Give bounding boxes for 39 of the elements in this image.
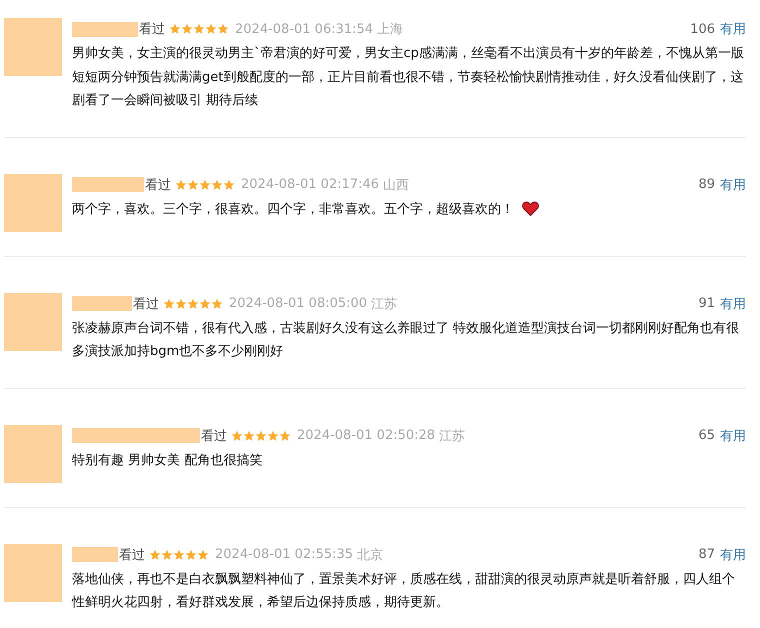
review-location: 上海 bbox=[377, 21, 404, 38]
useful-link[interactable]: 有用 bbox=[720, 294, 746, 312]
review-time: 2024-08-01 02:50:28 bbox=[297, 428, 436, 443]
avatar bbox=[4, 292, 62, 350]
watch-status: 看过 bbox=[139, 21, 165, 38]
review-time: 2024-08-01 06:31:54 bbox=[235, 22, 374, 36]
avatar bbox=[4, 424, 62, 482]
watch-status: 看过 bbox=[201, 428, 227, 444]
review-text: 张凌赫原声台词不错，很有代入感，古装剧好久没有这么养眼过了 特效服化道造型演技台词一切都刚刚好配角也有很多演技派加持bgm也不多不少刚刚好 bbox=[72, 320, 740, 361]
review-location: 江苏 bbox=[371, 296, 398, 312]
review-text: 男帅女美，女主演的很灵动男主`帝君演的好可爱，男女主cp感满满，丝毫看不出演员有十岁的年龄差，不愧从第一版短短两分钟预告就满满get到般配度的一部，正片目前看也很不错，节奏轻松愉快剧情推动佳，好久没看仙侠剧了，这剧看了一会瞬间被吸引 期待后续 bbox=[72, 45, 745, 110]
review-text: 特别有趣 男帅女美 配角也很搞笑 bbox=[72, 452, 264, 470]
useful-link[interactable]: 有用 bbox=[720, 426, 746, 444]
vote-count: 91 bbox=[698, 296, 715, 311]
redacted-name bbox=[72, 22, 138, 36]
watch-status: 看过 bbox=[133, 296, 159, 312]
watch-status: 看过 bbox=[119, 546, 145, 564]
review-location: 江苏 bbox=[439, 428, 466, 444]
review-time: 2024-08-01 02:55:35 bbox=[215, 547, 354, 562]
useful-link[interactable]: 有用 bbox=[720, 176, 746, 194]
useful-link[interactable]: 有用 bbox=[720, 546, 746, 564]
redacted-name bbox=[72, 547, 118, 562]
review-location: 山西 bbox=[383, 176, 410, 194]
avatar bbox=[4, 18, 62, 76]
review-time: 2024-08-01 08:05:00 bbox=[229, 296, 368, 311]
review-text: 落地仙侠，再也不是白衣飘飘塑料神仙了，置景美术好评，质感在线，甜甜演的很灵动原声就是听着舒服，四人组个性鲜明火花四射，看好群戏发展，希望后边保持质感，期待更新。 bbox=[72, 570, 736, 612]
watch-status: 看过 bbox=[145, 176, 171, 194]
vote-count: 89 bbox=[698, 177, 715, 192]
vote-count: 65 bbox=[698, 428, 715, 443]
review-location: 北京 bbox=[357, 546, 384, 564]
avatar bbox=[4, 174, 62, 232]
avatar bbox=[4, 544, 62, 602]
redacted-name bbox=[72, 296, 132, 311]
review-time: 2024-08-01 02:17:46 bbox=[241, 177, 380, 192]
review-text: 两个字，喜欢。三个字，很喜欢。四个字，非常喜欢。五个字，超级喜欢的！ bbox=[72, 198, 746, 221]
vote-count: 87 bbox=[698, 547, 715, 562]
useful-link[interactable]: 有用 bbox=[720, 20, 746, 38]
redacted-name bbox=[72, 177, 144, 192]
vote-count: 106 bbox=[690, 22, 715, 36]
